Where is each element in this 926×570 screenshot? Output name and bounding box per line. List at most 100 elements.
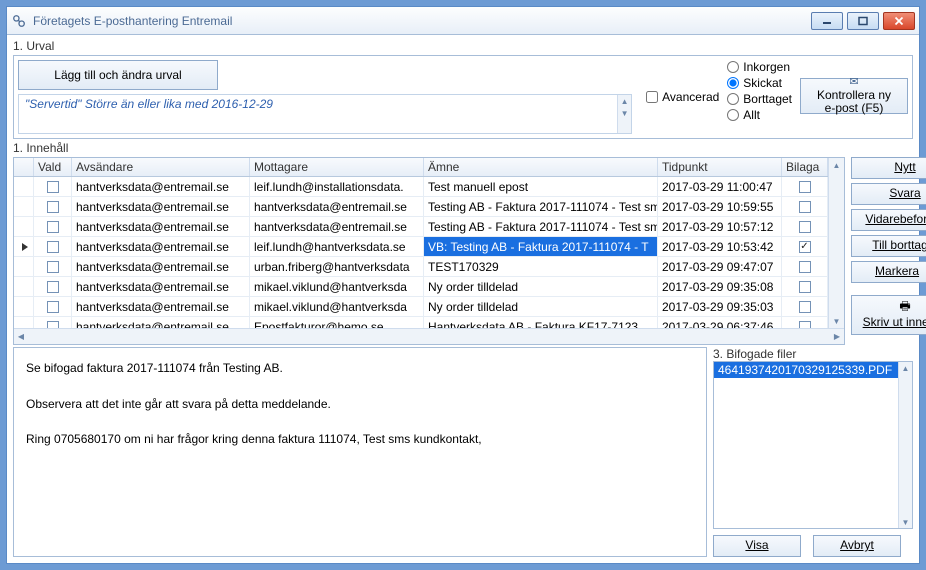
scroll-down-icon[interactable]: ▼ — [618, 107, 631, 119]
cell-attachment[interactable] — [782, 257, 828, 276]
table-row[interactable]: hantverksdata@entremail.seurban.friberg@… — [14, 257, 828, 277]
table-row[interactable]: hantverksdata@entremail.seleif.lundh@ins… — [14, 177, 828, 197]
grid-hscroll[interactable]: ◀ ▶ — [14, 328, 844, 344]
cell-vald[interactable] — [34, 317, 72, 328]
cell-attachment[interactable] — [782, 297, 828, 316]
attachment-list[interactable]: 4641937420170329125339.PDF ▲ ▼ — [713, 361, 913, 529]
cell-time: 2017-03-29 09:35:03 — [658, 297, 782, 316]
mail-grid[interactable]: Vald Avsändare Mottagare Ämne Tidpunkt B… — [13, 157, 845, 345]
mail-icon: ✉ — [849, 76, 858, 89]
cell-time: 2017-03-29 10:59:55 — [658, 197, 782, 216]
section-urval-label: 1. Urval — [13, 39, 913, 53]
scroll-down-icon[interactable]: ▼ — [829, 314, 844, 328]
scroll-left-icon[interactable]: ◀ — [14, 332, 28, 341]
cell-recipient: hantverksdata@entremail.se — [250, 217, 424, 236]
delete-button[interactable]: Till borttaget — [851, 235, 926, 257]
cell-sender: hantverksdata@entremail.se — [72, 217, 250, 236]
check-mail-button[interactable]: ✉ Kontrollera ny e-post (F5) — [800, 78, 908, 114]
cell-vald[interactable] — [34, 257, 72, 276]
cell-time: 2017-03-29 09:47:07 — [658, 257, 782, 276]
table-row[interactable]: hantverksdata@entremail.semikael.viklund… — [14, 277, 828, 297]
col-recipient[interactable]: Mottagare — [250, 158, 424, 176]
radio-sent[interactable]: Skickat — [727, 76, 792, 90]
row-indicator — [14, 197, 34, 216]
scroll-up-icon[interactable]: ▲ — [829, 158, 844, 172]
col-time[interactable]: Tidpunkt — [658, 158, 782, 176]
maximize-button[interactable] — [847, 12, 879, 30]
cell-vald[interactable] — [34, 177, 72, 196]
message-body[interactable]: Se bifogad faktura 2017-111074 från Test… — [13, 347, 707, 557]
row-indicator — [14, 277, 34, 296]
cell-subject: Ny order tilldelad — [424, 277, 658, 296]
row-indicator — [14, 317, 34, 328]
advanced-checkbox[interactable]: Avancerad — [646, 90, 719, 104]
reply-button[interactable]: Svara — [851, 183, 926, 205]
row-indicator — [14, 217, 34, 236]
new-button[interactable]: Nytt — [851, 157, 926, 179]
cell-attachment[interactable] — [782, 217, 828, 236]
urval-panel: Lägg till och ändra urval "Servertid" St… — [13, 55, 913, 139]
grid-vscroll[interactable]: ▲ ▼ — [828, 158, 844, 328]
cell-attachment[interactable] — [782, 277, 828, 296]
cell-subject: VB: Testing AB - Faktura 2017-111074 - T — [424, 237, 658, 256]
cell-vald[interactable] — [34, 297, 72, 316]
scroll-up-icon[interactable]: ▲ — [618, 95, 631, 107]
col-vald[interactable]: Vald — [34, 158, 72, 176]
scroll-right-icon[interactable]: ▶ — [830, 332, 844, 341]
cell-subject: Testing AB - Faktura 2017-111074 - Test … — [424, 197, 658, 216]
cell-sender: hantverksdata@entremail.se — [72, 237, 250, 256]
cell-sender: hantverksdata@entremail.se — [72, 257, 250, 276]
minimize-button[interactable] — [811, 12, 843, 30]
cell-subject: Testing AB - Faktura 2017-111074 - Test … — [424, 217, 658, 236]
table-row[interactable]: hantverksdata@entremail.sehantverksdata@… — [14, 197, 828, 217]
col-subject[interactable]: Ämne — [424, 158, 658, 176]
show-button[interactable]: Visa — [713, 535, 801, 557]
cell-sender: hantverksdata@entremail.se — [72, 177, 250, 196]
add-filter-button[interactable]: Lägg till och ändra urval — [18, 60, 218, 90]
titlebar[interactable]: Företagets E-posthantering Entremail — [7, 7, 919, 35]
cell-subject: Ny order tilldelad — [424, 297, 658, 316]
cell-subject: Test manuell epost — [424, 177, 658, 196]
row-indicator — [14, 257, 34, 276]
table-row[interactable]: hantverksdata@entremail.semikael.viklund… — [14, 297, 828, 317]
cell-vald[interactable] — [34, 217, 72, 236]
cell-time: 2017-03-29 10:53:42 — [658, 237, 782, 256]
grid-header[interactable]: Vald Avsändare Mottagare Ämne Tidpunkt B… — [14, 158, 828, 177]
cell-recipient: mikael.viklund@hantverksda — [250, 297, 424, 316]
cell-attachment[interactable] — [782, 317, 828, 328]
cell-vald[interactable] — [34, 197, 72, 216]
radio-inbox[interactable]: Inkorgen — [727, 60, 792, 74]
attach-scrollbar[interactable]: ▲ ▼ — [898, 362, 912, 528]
filter-scrollbar[interactable]: ▲ ▼ — [617, 95, 631, 133]
col-attachment[interactable]: Bilaga — [782, 158, 828, 176]
cell-recipient: mikael.viklund@hantverksda — [250, 277, 424, 296]
cell-subject: Hantverksdata AB - Faktura KF17-7123 — [424, 317, 658, 328]
cell-sender: hantverksdata@entremail.se — [72, 317, 250, 328]
radio-all[interactable]: Allt — [727, 108, 792, 122]
table-row[interactable]: hantverksdata@entremail.seleif.lundh@han… — [14, 237, 828, 257]
col-sender[interactable]: Avsändare — [72, 158, 250, 176]
print-button[interactable]: 🖶 Skriv ut innehåll — [851, 295, 926, 335]
scroll-up-icon[interactable]: ▲ — [899, 362, 912, 374]
table-row[interactable]: hantverksdata@entremail.sehantverksdata@… — [14, 217, 828, 237]
close-button[interactable] — [883, 12, 915, 30]
cell-vald[interactable] — [34, 277, 72, 296]
cell-attachment[interactable] — [782, 197, 828, 216]
attachment-item[interactable]: 4641937420170329125339.PDF — [714, 362, 912, 378]
radio-deleted[interactable]: Borttaget — [727, 92, 792, 106]
cell-attachment[interactable] — [782, 177, 828, 196]
cancel-button[interactable]: Avbryt — [813, 535, 901, 557]
cell-recipient: hantverksdata@entremail.se — [250, 197, 424, 216]
cell-attachment[interactable] — [782, 237, 828, 256]
app-icon — [11, 13, 27, 29]
filter-display[interactable]: "Servertid" Större än eller lika med 201… — [18, 94, 632, 134]
cell-vald[interactable] — [34, 237, 72, 256]
cell-subject: TEST170329 — [424, 257, 658, 276]
scroll-down-icon[interactable]: ▼ — [899, 516, 912, 528]
filter-text: "Servertid" Större än eller lika med 201… — [25, 97, 273, 111]
table-row[interactable]: hantverksdata@entremail.seEpostfakturor@… — [14, 317, 828, 328]
message-line: Se bifogad faktura 2017-111074 från Test… — [26, 358, 694, 380]
mark-button[interactable]: Markera▼ — [851, 261, 926, 283]
forward-button[interactable]: Vidarebefordra — [851, 209, 926, 231]
cell-recipient: leif.lundh@hantverksdata.se — [250, 237, 424, 256]
